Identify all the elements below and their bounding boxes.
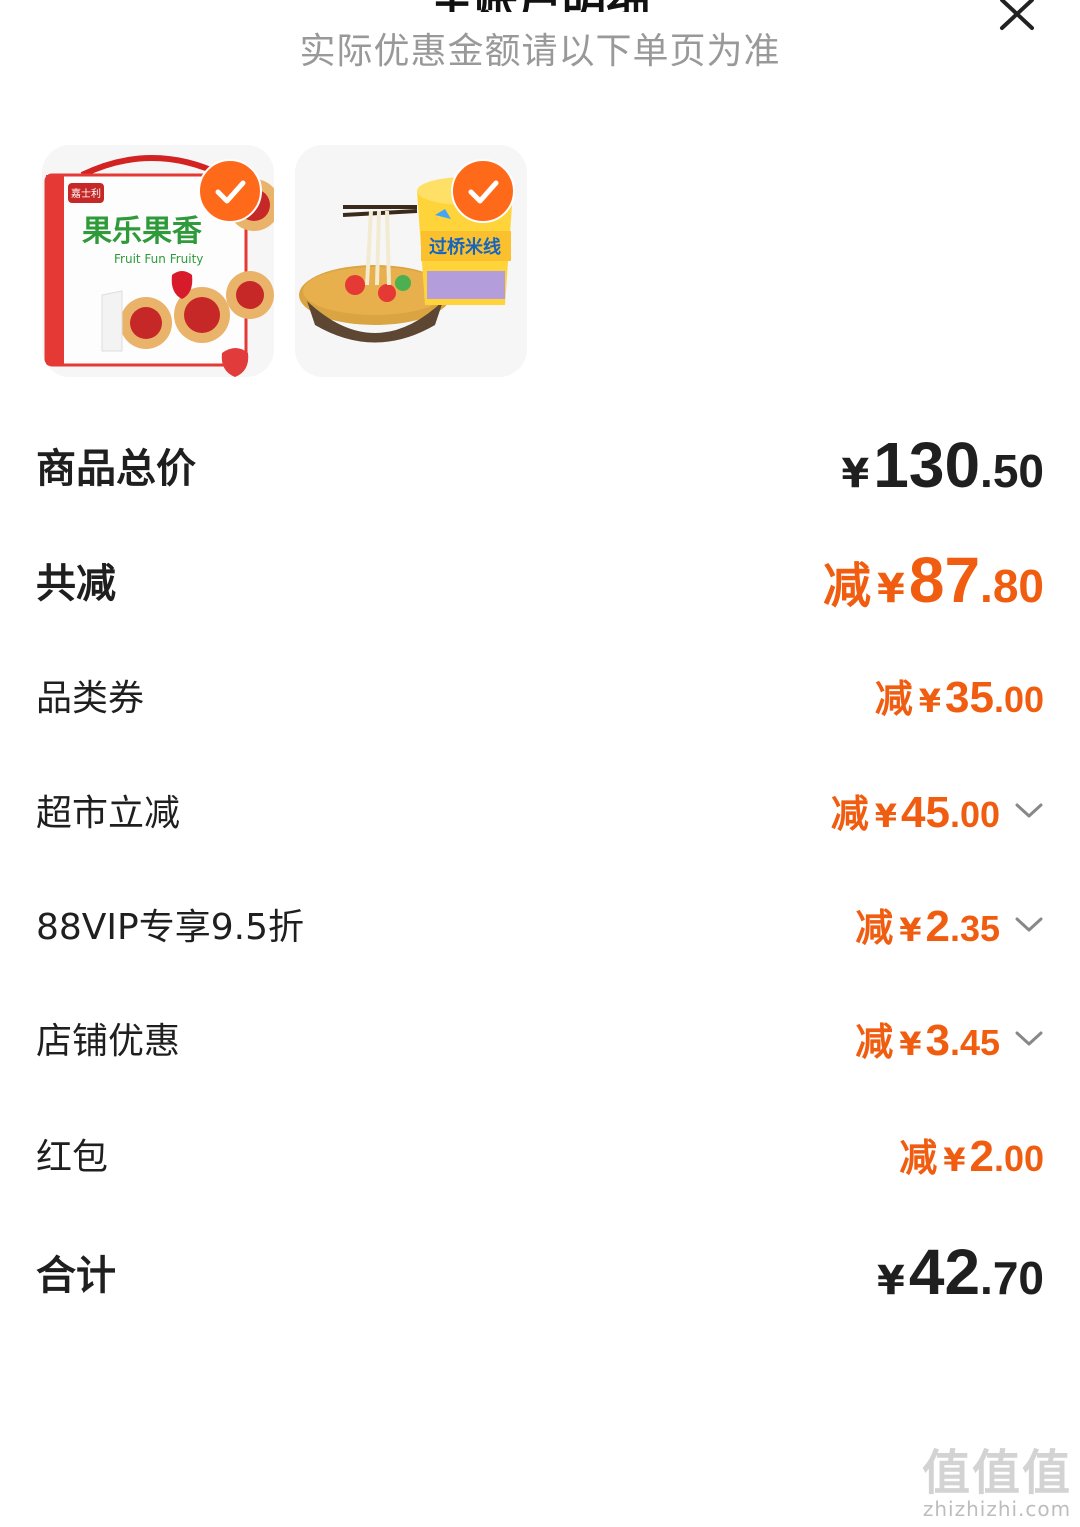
currency-symbol: ¥: [899, 910, 922, 949]
discount-row-88vip[interactable]: 88VIP专享9.5折 减 ¥ 2 .35: [36, 896, 1044, 952]
discount-row-red-packet: 红包 减 ¥ 2 .00: [36, 1126, 1044, 1182]
grand-total-label: 合计: [36, 1253, 116, 1299]
discount-amount: 减 ¥ 3 .45: [855, 1011, 1044, 1066]
discount-row-store[interactable]: 店铺优惠 减 ¥ 3 .45: [36, 1010, 1044, 1066]
discount-amount: 减 ¥ 45 .00: [831, 783, 1044, 838]
total-discount-row: 共减 减 ¥ 87 .80: [36, 543, 1044, 617]
currency-symbol: ¥: [899, 1024, 922, 1063]
selected-check[interactable]: [198, 159, 262, 223]
product-thumbnails: 嘉士利 果乐果香 Fruit Fun Fruity 过桥米线: [42, 145, 642, 377]
close-icon: [1000, 0, 1034, 30]
amount-dec: .00: [993, 1137, 1044, 1179]
amount-dec: .70: [980, 1252, 1044, 1304]
svg-text:Fruit Fun Fruity: Fruit Fun Fruity: [114, 252, 203, 266]
amount-int: 35: [945, 672, 994, 722]
amount-dec: .80: [980, 560, 1044, 612]
page-subtitle: 实际优惠金额请以下单页为准: [299, 31, 781, 72]
chevron-down-icon[interactable]: [1014, 1028, 1044, 1048]
currency-symbol: ¥: [874, 796, 897, 835]
amount-int: 87: [908, 544, 981, 616]
product-thumb-noodles[interactable]: 过桥米线: [295, 145, 527, 377]
product-thumb-biscuits[interactable]: 嘉士利 果乐果香 Fruit Fun Fruity: [42, 145, 274, 377]
watermark-url: zhizhizhi.com: [922, 1497, 1072, 1521]
amount-dec: .00: [949, 793, 1000, 835]
discount-prefix: 减: [899, 1135, 938, 1180]
currency-symbol: ¥: [877, 566, 905, 612]
amount-dec: .45: [949, 1021, 1000, 1063]
checkmark-icon: [215, 180, 246, 204]
close-button[interactable]: [994, 0, 1040, 32]
header-title-clip: 主账户明细: [0, 0, 1080, 12]
discount-prefix: 减: [855, 905, 894, 950]
amount-int: 2: [925, 901, 950, 951]
amount-int: 3: [925, 1015, 950, 1065]
currency-symbol: ¥: [918, 681, 941, 720]
discount-prefix: 减: [823, 558, 872, 614]
amount-dec: .00: [993, 678, 1044, 720]
amount-dec: .35: [949, 907, 1000, 949]
product-name-art: 果乐果香: [82, 214, 202, 249]
selected-check[interactable]: [451, 159, 515, 223]
checkmark-icon: [468, 180, 499, 204]
currency-symbol: ¥: [877, 1258, 905, 1304]
discount-amount: 减 ¥ 2 .35: [855, 897, 1044, 952]
goods-total-label: 商品总价: [36, 446, 196, 492]
goods-total-row: 商品总价 ¥ 130 .50: [36, 428, 1044, 502]
currency-symbol: ¥: [841, 451, 870, 497]
amount-int: 2: [969, 1131, 994, 1181]
discount-label: 店铺优惠: [36, 1021, 181, 1062]
chevron-down-icon[interactable]: [1014, 914, 1044, 934]
amount-int: 130: [873, 429, 981, 501]
amount-int: 45: [901, 787, 950, 837]
total-discount-label: 共减: [36, 561, 116, 607]
goods-total-amount: ¥ 130 .50: [841, 428, 1044, 502]
discount-prefix: 减: [874, 676, 913, 721]
discount-row-category-coupon: 品类券 减 ¥ 35 .00: [36, 667, 1044, 723]
discount-row-supermarket[interactable]: 超市立减 减 ¥ 45 .00: [36, 782, 1044, 838]
discount-label: 88VIP专享9.5折: [36, 907, 305, 948]
brand-logo: 嘉士利: [71, 187, 101, 200]
total-discount-amount: 减 ¥ 87 .80: [823, 543, 1044, 617]
discount-amount: 减 ¥ 35 .00: [875, 668, 1044, 723]
watermark-logo: 值值值: [921, 1445, 1072, 1501]
discount-amount: 减 ¥ 2 .00: [899, 1127, 1044, 1182]
grand-total-amount: ¥ 42 .70: [877, 1235, 1044, 1309]
discount-label: 品类券: [36, 678, 145, 719]
cup-label-art: 过桥米线: [429, 236, 501, 258]
currency-symbol: ¥: [943, 1140, 966, 1179]
discount-prefix: 减: [855, 1019, 894, 1064]
discount-label: 红包: [36, 1137, 109, 1178]
grand-total-row: 合计 ¥ 42 .70: [36, 1235, 1044, 1309]
amount-int: 42: [908, 1236, 981, 1308]
discount-label: 超市立减: [36, 793, 181, 834]
discount-prefix: 减: [830, 791, 869, 836]
watermark: 值值值 zhizhizhi.com: [922, 1449, 1072, 1521]
amount-dec: .50: [980, 445, 1044, 497]
page-title: 主账户明细: [0, 0, 1080, 12]
chevron-down-icon[interactable]: [1014, 800, 1044, 820]
